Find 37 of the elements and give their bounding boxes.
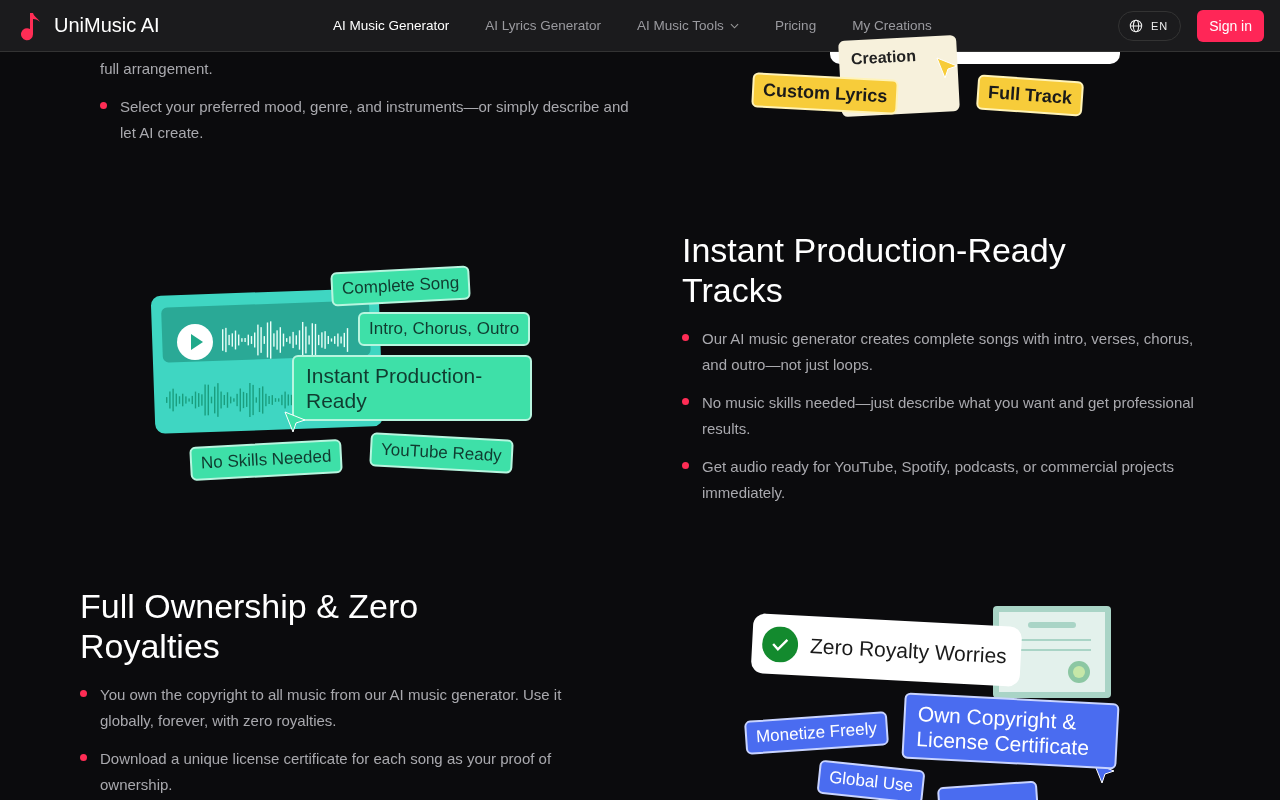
bullet-dot [80,754,87,761]
sticker-label: YouTube Ready [369,432,514,474]
check-icon [761,625,800,664]
cursor-icon [935,56,959,80]
bullet-text: No music skills needed—just describe what you want and get professional results. [702,393,1195,439]
sticker-label: Own Copyright & License Certificate [901,692,1120,770]
sticker-label: Zero Royalty Worries [750,613,1023,687]
logo-text[interactable]: UniMusic AI [54,14,160,37]
bullet-dot [80,690,87,697]
bullet-text: You own the copyright to all music from our AI music generator. Use it globally, forever, with zero royalties. [100,685,563,731]
sticker-label: Full Track [975,74,1085,117]
bullet-dot [682,398,689,405]
globe-icon [1128,18,1143,33]
nav-link[interactable]: AI Lyrics Generator [485,18,602,33]
nav-link[interactable]: AI Music Tools [637,18,739,33]
sticker-label: Intro, Chorus, Outro [358,312,531,346]
section-heading: Full Ownership & Zero Royalties [80,586,420,666]
sticker-label: No Skills Needed [189,439,344,481]
nav-link[interactable]: AI Music Generator [333,18,450,33]
bullet-text: Select your preferred mood, genre, and instruments—or simply describe and let AI create. [120,97,630,143]
bullet-dot [682,462,689,469]
sticker-label: Monetize Freely [744,711,889,755]
nav-link[interactable]: Pricing [774,18,817,33]
bullet-text: Our AI music generator creates complete songs with intro, verses, chorus, and outro—not just loops. [702,329,1195,375]
sign-in-button[interactable]: Sign in [1197,9,1264,42]
sticker-label: Instant Production-Ready [292,355,532,421]
bullet-dot [682,334,689,341]
section-heading: Instant Production-Ready Tracks [682,230,1067,310]
bullet-text: full arrangement. [100,59,214,79]
cursor-icon [283,410,307,434]
play-icon [177,324,213,360]
nav-link[interactable]: My Creations [852,18,932,33]
bullet-text: Download a unique license certificate for each song as your proof of ownership. [100,749,553,795]
sticker-label: Global Use [816,759,926,800]
bullet-text: Get audio ready for YouTube, Spotify, podcasts, or commercial projects immediately. [702,457,1175,503]
sticker-label: Custom Lyrics [751,72,900,115]
bullet-dot [100,102,107,109]
